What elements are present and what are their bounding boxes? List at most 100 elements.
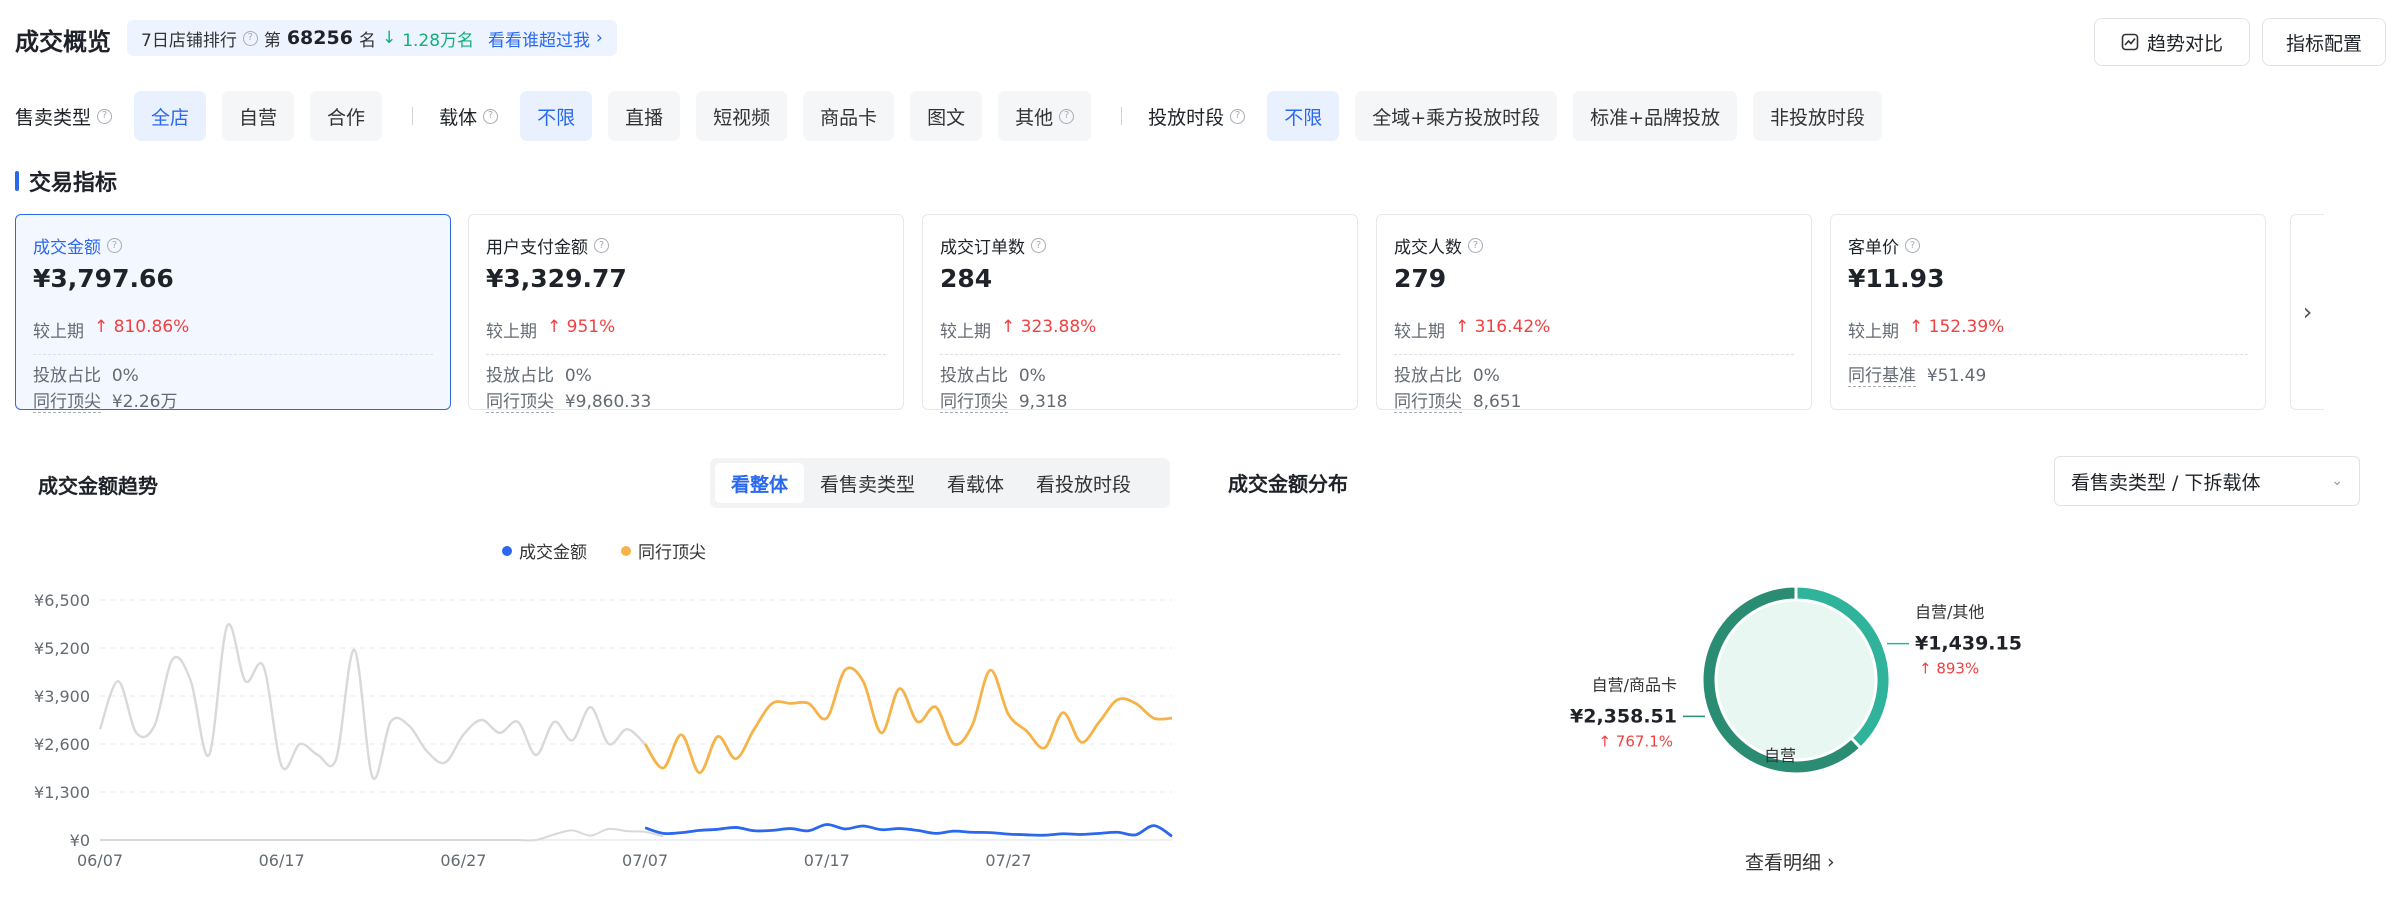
metric-card-buyers[interactable]: 成交人数? 279 较上期 ↑ 316.42% 投放占比 0% 同行顶尖 8,65… — [1376, 214, 1812, 413]
metric-title: 成交金额 — [33, 238, 101, 258]
legend-dot — [502, 545, 512, 556]
sub-value: 0% — [1018, 366, 1046, 386]
help-icon[interactable]: ? — [242, 30, 258, 46]
rank-label: 7日店铺排行 — [141, 30, 237, 51]
chip-carrier-shortvideo[interactable]: 短视频 — [696, 91, 788, 141]
help-icon[interactable]: ? — [1468, 238, 1483, 253]
metric-config-button[interactable]: 指标配置 — [2262, 18, 2386, 66]
metric-value: 284 — [940, 264, 993, 293]
rank-number: 68256 — [286, 27, 353, 49]
chevron-right-icon: › — [2302, 298, 2313, 326]
chip-carrier-any[interactable]: 不限 — [520, 91, 593, 141]
x-tick-label: 07/27 — [985, 851, 1031, 870]
metric-card-orders[interactable]: 成交订单数? 284 较上期 ↑ 323.88% 投放占比 0% 同行顶尖 9,3… — [922, 214, 1358, 413]
trend-compare-label: 趋势对比 — [2146, 32, 2223, 55]
trend-compare-button[interactable]: 趋势对比 — [2094, 18, 2250, 66]
chart-legend: 成交金额 同行顶尖 — [502, 538, 706, 563]
metric-config-label: 指标配置 — [2285, 32, 2362, 55]
donut-center — [1717, 601, 1875, 759]
chip-period-non-ad[interactable]: 非投放时段 — [1753, 91, 1883, 141]
chevron-right-icon: › — [596, 28, 603, 48]
help-icon[interactable]: ? — [1059, 108, 1075, 124]
sub-value: 0% — [111, 366, 139, 386]
tab-period[interactable]: 看投放时段 — [1020, 463, 1147, 503]
trend-line-chart: ¥6,500 ¥5,200 ¥3,900 ¥2,600 ¥1,300 ¥006/07 06/… — [34, 591, 1173, 870]
legend-item-gmv[interactable]: 成交金额 — [502, 538, 587, 563]
x-tick-label: 06/07 — [77, 851, 123, 870]
chip-period-standard-brand[interactable]: 标准+品牌投放 — [1573, 91, 1738, 141]
chip-period-any[interactable]: 不限 — [1267, 91, 1340, 141]
chip-period-global[interactable]: 全域+乘方投放时段 — [1355, 91, 1558, 141]
arrow-up-icon: ↑ — [1909, 317, 1924, 337]
help-icon[interactable]: ? — [1031, 238, 1046, 253]
help-icon[interactable]: ? — [483, 108, 499, 124]
tab-overall[interactable]: 看整体 — [715, 463, 805, 503]
distribution-donut-chart: 自营/其他 ¥1,439.15 ↑ 893% 自营/商品卡 ¥2,358.51 ↑ 767… — [1570, 584, 2022, 776]
page-title: 成交概览 — [15, 28, 111, 56]
distribution-dimension-select[interactable]: 看售卖类型 / 下拆载体 ⌄ — [2054, 456, 2360, 506]
arrow-up-icon: ↑ — [547, 317, 562, 337]
metric-card-gmv[interactable]: 成交金额? ¥3,797.66 较上期 ↑ 810.86% 投放占比 0% 同行顶… — [15, 214, 451, 413]
view-detail-link[interactable]: 查看明细 › — [1745, 848, 1835, 875]
help-icon[interactable]: ? — [594, 238, 609, 253]
rank-change: 1.28万名 — [402, 30, 475, 51]
chip-carrier-other[interactable]: 其他 ? — [998, 91, 1092, 141]
sub-value: 8,651 — [1472, 392, 1522, 412]
slice-change: ↑ 893% — [1919, 660, 1979, 678]
distribution-title: 成交金额分布 — [1228, 472, 1348, 496]
chevron-right-icon: › — [1827, 850, 1835, 873]
slice-label: 自营/其他 — [1915, 603, 1984, 622]
compare-value: 152.39% — [1928, 317, 2005, 337]
donut-center-label: 自营 — [1764, 746, 1796, 765]
help-icon[interactable]: ? — [1230, 108, 1246, 124]
compare-label: 较上期 — [940, 322, 991, 342]
trend-tabs: 看整体 看售卖类型 看载体 看投放时段 — [710, 458, 1170, 508]
compare-label: 较上期 — [1394, 322, 1445, 342]
sub-label: 同行顶尖 — [940, 392, 1008, 413]
metric-value: ¥3,329.77 — [486, 264, 627, 293]
y-tick-label: ¥0 — [70, 831, 90, 850]
sub-value: 9,318 — [1018, 392, 1068, 412]
sub-label: 投放占比 — [940, 366, 1008, 386]
compare-label: 较上期 — [486, 322, 537, 342]
chip-carrier-live[interactable]: 直播 — [608, 91, 681, 141]
series-line-peer-previous — [98, 623, 646, 781]
help-icon[interactable]: ? — [1905, 238, 1920, 253]
compare-label: 较上期 — [33, 322, 84, 342]
chip-sale-coop[interactable]: 合作 — [310, 91, 383, 141]
metric-card-user-payment[interactable]: 用户支付金额? ¥3,329.77 较上期 ↑ 951% 投放占比 0% 同行顶尖… — [468, 214, 904, 413]
filter-sale-type-label: 售卖类型 ? — [15, 103, 113, 130]
rank-suffix: 名 — [358, 30, 376, 51]
compare-value: 951% — [566, 317, 616, 337]
tab-sale-type[interactable]: 看售卖类型 — [804, 463, 931, 503]
legend-item-peer[interactable]: 同行顶尖 — [621, 538, 706, 563]
sub-value: 0% — [564, 366, 592, 386]
series-line-gmv — [644, 823, 1173, 838]
metric-title: 成交订单数 — [940, 238, 1025, 258]
tab-carrier[interactable]: 看载体 — [931, 463, 1020, 503]
metric-card-avg-price[interactable]: 客单价? ¥11.93 较上期 ↑ 152.39% 同行基准 ¥51.49 — [1830, 214, 2266, 410]
sub-label: 同行顶尖 — [486, 392, 554, 413]
chip-carrier-productcard[interactable]: 商品卡 — [803, 91, 895, 141]
section-accent-bar — [15, 171, 19, 191]
sub-label: 投放占比 — [33, 366, 101, 386]
help-icon[interactable]: ? — [107, 238, 122, 253]
metric-value: 279 — [1394, 264, 1447, 293]
sub-value: 0% — [1472, 366, 1500, 386]
sub-label: 同行顶尖 — [33, 392, 101, 413]
metric-title: 用户支付金额 — [486, 238, 588, 258]
who-surpassed-link[interactable]: 看看谁超过我 — [488, 26, 590, 51]
divider — [412, 107, 414, 125]
metric-value: ¥3,797.66 — [33, 264, 174, 293]
chip-carrier-imagetext[interactable]: 图文 — [910, 91, 983, 141]
cards-next-button[interactable]: › — [2290, 214, 2324, 410]
sub-value: ¥2.26万 — [111, 392, 178, 412]
y-tick-label: ¥1,300 — [34, 783, 90, 802]
legend-dot — [621, 545, 631, 556]
help-icon[interactable]: ? — [97, 108, 113, 124]
chip-sale-all[interactable]: 全店 — [134, 91, 207, 141]
x-tick-label: 07/07 — [622, 851, 668, 870]
slice-value: ¥1,439.15 — [1915, 633, 2022, 655]
slice-change: ↑ 767.1% — [1598, 732, 1673, 750]
chip-sale-self[interactable]: 自营 — [222, 91, 295, 141]
